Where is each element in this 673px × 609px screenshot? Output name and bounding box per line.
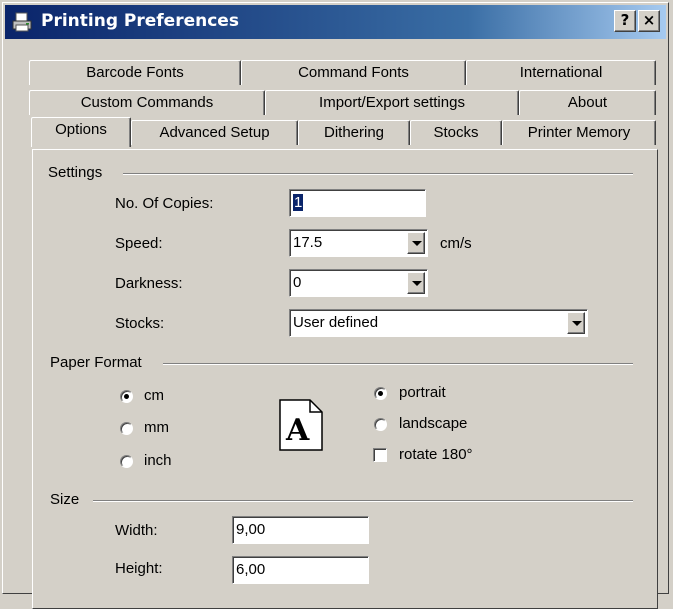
speed-unit: cm/s: [440, 235, 472, 252]
unit-inch-radio[interactable]: [120, 455, 133, 468]
darkness-select[interactable]: 0: [289, 269, 428, 297]
unit-mm-label: mm: [144, 419, 169, 436]
unit-cm-label: cm: [144, 387, 164, 404]
copies-label: No. Of Copies:: [115, 195, 214, 212]
stocks-label: Stocks:: [115, 315, 165, 332]
printer-icon: [12, 12, 32, 32]
page-orientation-icon: A: [279, 399, 323, 451]
height-input[interactable]: 6,00: [232, 556, 369, 584]
tab-options[interactable]: Options: [31, 117, 131, 147]
paper-format-divider: [163, 363, 633, 365]
close-button[interactable]: ×: [638, 10, 660, 32]
tab-barcode-fonts[interactable]: Barcode Fonts: [29, 60, 241, 85]
speed-select[interactable]: 17.5: [289, 229, 428, 257]
chevron-down-icon[interactable]: [407, 272, 425, 294]
speed-label: Speed:: [115, 235, 163, 252]
height-label: Height:: [115, 560, 163, 577]
help-button[interactable]: ?: [614, 10, 636, 32]
width-label: Width:: [115, 522, 158, 539]
portrait-label: portrait: [399, 384, 446, 401]
chevron-down-icon[interactable]: [567, 312, 585, 334]
stocks-select[interactable]: User defined: [289, 309, 588, 337]
darkness-label: Darkness:: [115, 275, 183, 292]
copies-input[interactable]: 1: [289, 189, 426, 217]
tab-international[interactable]: International: [466, 60, 656, 85]
tab-about[interactable]: About: [519, 90, 656, 115]
unit-mm-radio[interactable]: [120, 422, 133, 435]
settings-group-label: Settings: [48, 164, 103, 181]
tab-dithering[interactable]: Dithering: [298, 120, 410, 145]
tab-printer-memory[interactable]: Printer Memory: [502, 120, 656, 145]
title-bar[interactable]: Printing Preferences ? ×: [5, 5, 666, 39]
portrait-radio[interactable]: [374, 387, 387, 400]
width-input[interactable]: 9,00: [232, 516, 369, 544]
unit-inch-label: inch: [144, 452, 172, 469]
window-title: Printing Preferences: [41, 11, 239, 31]
printing-preferences-window: Printing Preferences ? × Barcode Fonts C…: [2, 2, 669, 609]
tab-import-export-settings[interactable]: Import/Export settings: [265, 90, 519, 115]
tab-advanced-setup[interactable]: Advanced Setup: [131, 120, 298, 145]
rotate-180-label: rotate 180°: [399, 446, 473, 463]
copies-value: 1: [293, 194, 304, 211]
settings-divider: [123, 173, 633, 175]
rotate-180-checkbox[interactable]: [373, 448, 387, 462]
preview-letter: A: [285, 413, 310, 448]
height-value: 6,00: [236, 561, 266, 578]
speed-value: 17.5: [293, 234, 323, 251]
tab-stocks[interactable]: Stocks: [410, 120, 502, 145]
size-divider: [93, 500, 633, 502]
chevron-down-icon[interactable]: [407, 232, 425, 254]
landscape-radio[interactable]: [374, 418, 387, 431]
width-value: 9,00: [236, 521, 266, 538]
stocks-value: User defined: [293, 314, 379, 331]
tab-command-fonts[interactable]: Command Fonts: [241, 60, 466, 85]
darkness-value: 0: [293, 274, 302, 291]
paper-format-group-label: Paper Format: [50, 354, 142, 371]
tab-custom-commands[interactable]: Custom Commands: [29, 90, 265, 115]
unit-cm-radio[interactable]: [120, 390, 133, 403]
size-group-label: Size: [50, 491, 80, 508]
landscape-label: landscape: [399, 415, 468, 432]
